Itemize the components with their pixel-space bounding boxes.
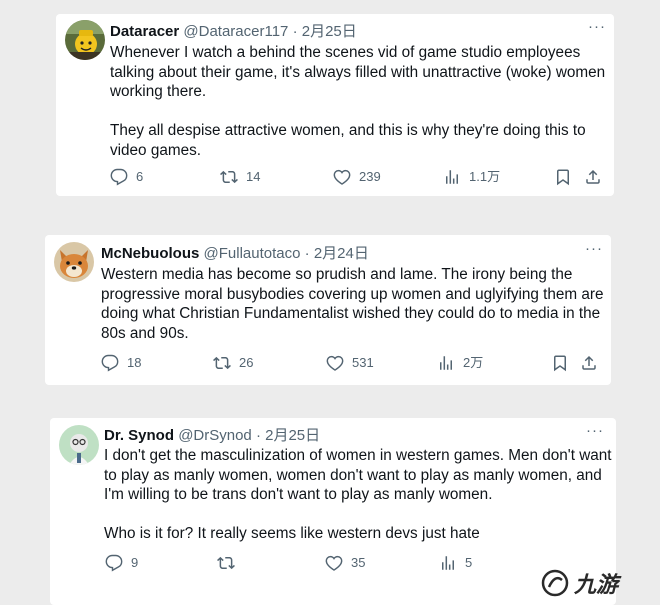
reply-button[interactable]: 18: [101, 354, 141, 372]
tweet-actions: 6 14 239 1.1万: [110, 168, 600, 188]
views-button[interactable]: 1.1万: [443, 168, 500, 186]
cartoon-doctor-avatar-icon: [59, 425, 99, 465]
tweet-text-line: video games.: [110, 141, 201, 159]
reply-icon: [105, 554, 123, 572]
watermark-text: 九游: [574, 571, 619, 597]
user-handle[interactable]: @Fullautotaco: [204, 245, 301, 262]
views-chart-icon: [446, 170, 458, 184]
retweet-button[interactable]: [217, 554, 243, 572]
retweet-icon: [213, 356, 231, 370]
views-chart-icon: [440, 356, 452, 370]
reply-count: 9: [131, 555, 139, 570]
user-avatar[interactable]: [65, 20, 105, 60]
tweet-date[interactable]: 2月24日: [314, 245, 369, 262]
tweet-header: McNebuolous @Fullautotaco · 2月24日: [101, 245, 369, 263]
user-handle[interactable]: @Dataracer117: [183, 23, 288, 40]
retweet-count: 26: [239, 355, 254, 370]
heart-icon: [333, 169, 351, 185]
retweet-count: 14: [246, 169, 261, 184]
user-avatar[interactable]: [59, 425, 99, 465]
tweet-text-line: talking about their game, it's always fi…: [110, 63, 606, 81]
tweet-card[interactable]: Dataracer @Dataracer117 · 2月25日 ··· When…: [56, 14, 614, 196]
tweet-actions: 18 26 531 2万: [101, 354, 601, 374]
heart-icon: [325, 555, 343, 571]
tweet-text: Whenever I watch a behind the scenes vid…: [110, 43, 605, 160]
like-button[interactable]: 239: [333, 168, 381, 186]
share-button[interactable]: [584, 168, 602, 186]
view-count: 1.1万: [469, 169, 501, 184]
tweet-text-line: to play as manly women, women don't want…: [104, 466, 602, 484]
like-count: 239: [359, 169, 381, 184]
user-avatar[interactable]: [54, 242, 94, 282]
tweet-text-line: working there.: [110, 83, 207, 100]
like-count: 35: [351, 555, 366, 570]
watermark: 九游: [540, 560, 660, 605]
tweet-actions: 9 35 5: [105, 554, 525, 574]
tweet-header: Dr. Synod @DrSynod · 2月25日: [104, 427, 320, 445]
heart-icon: [326, 355, 344, 371]
like-button[interactable]: 531: [326, 354, 374, 372]
separator-dot: ·: [255, 427, 261, 444]
share-button[interactable]: [580, 354, 598, 372]
display-name[interactable]: Dr. Synod: [104, 427, 174, 444]
display-name[interactable]: McNebuolous: [101, 245, 199, 262]
reply-icon: [110, 168, 128, 186]
tweet-date[interactable]: 2月25日: [265, 427, 320, 444]
yellow-lego-avatar-icon: [65, 20, 105, 60]
nine-game-logo-icon: [541, 569, 569, 596]
tweet-header: Dataracer @Dataracer117 · 2月25日: [110, 23, 357, 41]
more-options-icon[interactable]: ···: [585, 240, 603, 257]
tweet-text-line: Who is it for? It really seems like west…: [104, 525, 480, 542]
tweet-text-line: I'm willing to be trans don't want to pl…: [104, 486, 493, 503]
share-icon: [582, 355, 596, 370]
retweet-button[interactable]: 14: [220, 168, 260, 186]
separator-dot: ·: [304, 245, 310, 262]
bookmark-icon: [554, 355, 566, 372]
user-handle[interactable]: @DrSynod: [178, 427, 252, 444]
tweet-text: Western media has become so prudish and …: [101, 265, 604, 343]
retweet-icon: [217, 556, 235, 570]
tweet-text-line: Whenever I watch a behind the scenes vid…: [110, 44, 581, 61]
like-count: 531: [352, 355, 374, 370]
bookmark-button[interactable]: [551, 354, 569, 372]
tweet-text-line: They all despise attractive women, and t…: [110, 122, 586, 139]
display-name[interactable]: Dataracer: [110, 23, 179, 40]
reply-count: 18: [127, 355, 142, 370]
tweet-text: I don't get the masculinization of women…: [104, 446, 612, 544]
more-options-icon[interactable]: ···: [588, 18, 606, 35]
tweet-text-line: doing what Christian Fundamentalist wish…: [101, 305, 601, 322]
reply-icon: [101, 354, 119, 372]
share-icon: [586, 169, 600, 184]
like-button[interactable]: 35: [325, 554, 365, 572]
reply-count: 6: [136, 169, 144, 184]
views-button[interactable]: 2万: [437, 354, 483, 372]
tweet-text-line: I don't get the masculinization of women…: [104, 447, 612, 464]
more-options-icon[interactable]: ···: [586, 422, 604, 439]
tweet-card[interactable]: McNebuolous @Fullautotaco · 2月24日 ··· We…: [45, 235, 611, 385]
tweet-text-line: progressive moral busybodies covering up…: [101, 285, 604, 303]
tweet-text-line: 80s and 90s.: [101, 324, 189, 342]
reply-button[interactable]: 9: [105, 554, 138, 572]
view-count: 5: [465, 555, 473, 570]
shiba-dog-avatar-icon: [54, 242, 94, 282]
bookmark-icon: [557, 169, 569, 186]
view-count: 2万: [463, 355, 484, 370]
retweet-button[interactable]: 26: [213, 354, 253, 372]
tweet-text-line: Western media has become so prudish and …: [101, 266, 573, 283]
retweet-icon: [220, 170, 238, 184]
views-button[interactable]: 5: [439, 554, 472, 572]
tweet-date[interactable]: 2月25日: [302, 23, 357, 40]
reply-button[interactable]: 6: [110, 168, 143, 186]
tweet-card[interactable]: Dr. Synod @DrSynod · 2月25日 ··· I don't g…: [50, 418, 616, 605]
separator-dot: ·: [292, 23, 298, 40]
bookmark-button[interactable]: [554, 168, 572, 186]
views-chart-icon: [442, 556, 454, 570]
